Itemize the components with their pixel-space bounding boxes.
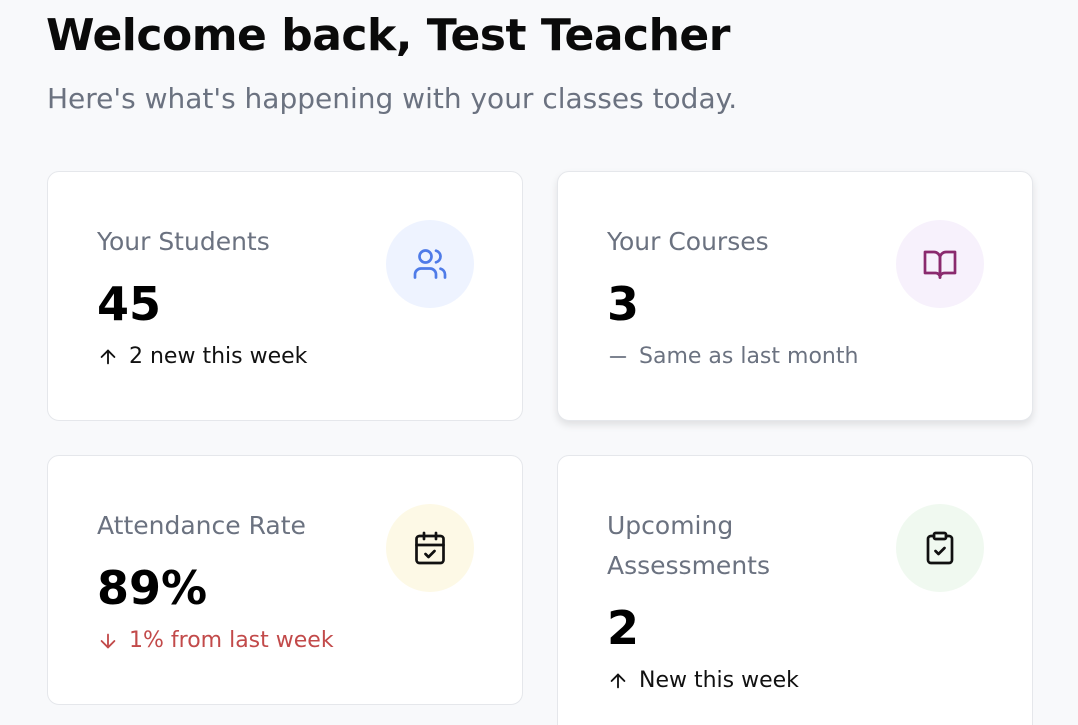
clipboard-check-icon [926,531,954,565]
stat-icon-badge [386,504,474,592]
users-icon [413,249,447,279]
stat-label: Upcoming Assessments [607,511,770,580]
stat-label: Attendance Rate [97,511,306,540]
stat-value: 45 [97,277,162,331]
stat-trend: 2 new this week [97,342,307,372]
calendar-check-icon [415,531,445,565]
stat-value: 2 [607,601,640,655]
stat-card-students[interactable]: Your Students 45 2 new this week [47,171,523,421]
page-subtitle: Here's what's happening with your classe… [47,82,738,115]
arrow-up-icon [100,349,116,365]
stat-trend: 1% from last week [97,626,334,656]
arrow-up-icon [610,673,626,689]
page-title: Welcome back, Test Teacher [46,10,730,61]
stat-trend-text: New this week [639,668,799,693]
stat-trend-text: Same as last month [639,344,859,369]
stat-card-courses[interactable]: Your Courses 3 Same as last month [557,171,1033,421]
dashboard-page: Welcome back, Test Teacher Here's what's… [0,0,1078,725]
minus-icon [609,356,627,358]
stat-trend: New this week [607,666,799,696]
stat-trend: Same as last month [607,342,858,372]
book-open-icon [923,250,957,279]
stat-value: 3 [607,277,640,331]
stat-trend-text: 2 new this week [129,344,308,369]
arrow-down-icon [100,633,116,649]
stat-icon-badge [896,504,984,592]
stat-trend-text: 1% from last week [129,628,334,653]
stat-value: 89% [97,561,208,615]
stat-card-attendance[interactable]: Attendance Rate 89% 1% from last week [47,455,523,705]
stat-icon-badge [896,220,984,308]
stat-label: Your Students [97,227,270,256]
stat-label: Your Courses [607,227,769,256]
stat-icon-badge [386,220,474,308]
stat-card-assessments[interactable]: Upcoming Assessments 2 New this week [557,455,1033,725]
